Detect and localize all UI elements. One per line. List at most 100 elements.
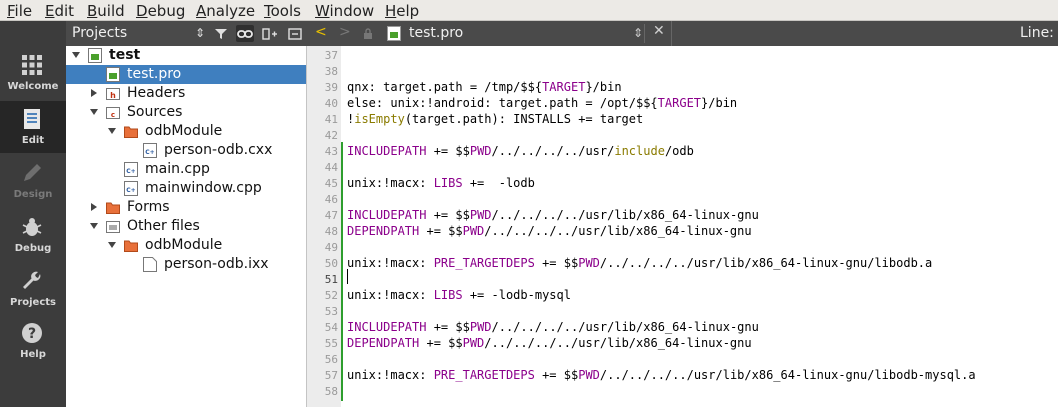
- tree-item-label: Other files: [127, 218, 200, 234]
- mode-design[interactable]: Design: [0, 155, 66, 207]
- menu-build[interactable]: Build: [87, 2, 125, 20]
- tree-item-file[interactable]: person-odb.ixx: [66, 255, 306, 274]
- updown-icon[interactable]: ⇕: [633, 26, 643, 40]
- collapse-arrow-icon[interactable]: [108, 128, 116, 134]
- bug-icon: [22, 218, 42, 236]
- close-document-icon[interactable]: ✕: [653, 23, 665, 39]
- menu-file[interactable]: File: [7, 2, 32, 20]
- projects-toolbar: Projects ⇕: [66, 21, 307, 46]
- line-number: 46: [324, 193, 338, 206]
- tree-item-folder[interactable]: odbModule: [66, 122, 306, 141]
- tree-item-folder[interactable]: c Sources: [66, 103, 306, 122]
- back-arrow-icon[interactable]: <: [315, 24, 327, 40]
- text-cursor: [347, 269, 348, 284]
- code-line: INCLUDEPATH += $$PWD/../../../../usr/inc…: [347, 144, 694, 158]
- mode-projects[interactable]: Projects: [0, 263, 66, 315]
- code-line: unix:!macx: LIBS += -lodb-mysql: [347, 288, 571, 302]
- code-line: DEPENDPATH += $$PWD/../../../../usr/lib/…: [347, 336, 752, 350]
- code-line: unix:!macx: PRE_TARGETDEPS += $$PWD/../.…: [347, 368, 976, 382]
- code-line: INCLUDEPATH += $$PWD/../../../../usr/lib…: [347, 208, 759, 222]
- updown-icon[interactable]: ⇕: [194, 25, 206, 42]
- tree-item-folder[interactable]: Forms: [66, 198, 306, 217]
- tree-item-folder[interactable]: odbModule: [66, 236, 306, 255]
- mode-welcome[interactable]: Welcome: [0, 47, 66, 99]
- menu-debug[interactable]: Debug: [136, 2, 185, 20]
- line-number: 50: [324, 257, 338, 270]
- code-line: DEPENDPATH += $$PWD/../../../../usr/lib/…: [347, 224, 752, 238]
- question-icon: ?: [22, 323, 42, 343]
- tree-item-label: odbModule: [145, 123, 223, 139]
- tree-item-label: Sources: [127, 104, 183, 120]
- mode-label: Projects: [9, 297, 56, 308]
- pencil-icon: [24, 164, 41, 181]
- line-number: 52: [324, 289, 338, 302]
- tree-item-label: mainwindow.cpp: [145, 180, 262, 196]
- tree-item-label: test.pro: [127, 66, 182, 82]
- split-icon[interactable]: [261, 25, 279, 42]
- expand-arrow-icon[interactable]: [91, 203, 97, 211]
- tree-item-label: person-odb.ixx: [164, 256, 269, 272]
- code-line: qnx: target.path = /tmp/$${TARGET}/bin: [347, 80, 622, 94]
- line-number: 43: [324, 145, 338, 158]
- expand-arrow-icon[interactable]: [91, 89, 97, 97]
- mode-label: Debug: [14, 243, 52, 254]
- mode-debug[interactable]: Debug: [0, 209, 66, 261]
- svg-text:C+: C+: [126, 187, 135, 194]
- menu-tools[interactable]: Tools: [264, 2, 301, 20]
- collapse-arrow-icon[interactable]: [108, 242, 116, 248]
- collapse-arrow-icon[interactable]: [72, 52, 80, 58]
- projects-view-selector[interactable]: Projects: [72, 25, 127, 41]
- projects-pane: Projects ⇕ test test.pro h Headers c Sou…: [66, 21, 307, 407]
- cpp-file-icon: C+: [124, 181, 138, 196]
- line-number: 53: [324, 305, 338, 318]
- menu-analyze[interactable]: Analyze: [196, 2, 255, 20]
- editor-toolbar: < > test.pro ⇕ ✕ Line:: [307, 21, 1058, 46]
- code-line: !isEmpty(target.path): INSTALLS += targe…: [347, 112, 644, 126]
- line-indicator[interactable]: Line:: [1020, 25, 1054, 41]
- tree-item-project[interactable]: test: [66, 46, 306, 65]
- sources-folder-icon: c: [106, 107, 120, 119]
- document-selector[interactable]: test.pro: [409, 25, 463, 41]
- folder-icon: [124, 240, 138, 252]
- mode-edit[interactable]: Edit: [0, 101, 66, 153]
- menu-help[interactable]: Help: [385, 2, 419, 20]
- svg-text:C+: C+: [126, 168, 135, 175]
- wrench-icon: [23, 271, 41, 289]
- filter-icon[interactable]: [212, 25, 230, 42]
- code-line: unix:!macx: LIBS += -lodb: [347, 176, 535, 190]
- tree-item-label: Forms: [127, 199, 170, 215]
- forward-arrow-icon[interactable]: >: [339, 24, 351, 40]
- grid-icon: [22, 55, 42, 75]
- tree-item-file[interactable]: C+ mainwindow.cpp: [66, 179, 306, 198]
- line-number: 54: [324, 321, 338, 334]
- menu-window[interactable]: Window: [315, 2, 374, 20]
- line-number: 44: [324, 161, 338, 174]
- tree-item-file[interactable]: C+ person-odb.cxx: [66, 141, 306, 160]
- line-number: 40: [324, 97, 338, 110]
- line-number: 38: [324, 65, 338, 78]
- pro-file-icon: [106, 67, 120, 82]
- folder-icon: [106, 202, 120, 214]
- pro-file-icon: [387, 26, 401, 41]
- headers-folder-icon: h: [106, 88, 120, 100]
- close-pane-icon[interactable]: [286, 25, 304, 42]
- tree-item-file[interactable]: C+ main.cpp: [66, 160, 306, 179]
- collapse-arrow-icon[interactable]: [90, 223, 98, 229]
- mode-label: Design: [13, 189, 53, 200]
- cpp-file-icon: C+: [143, 143, 157, 158]
- mode-selector: Welcome Edit Design Debug Projects ? Hel…: [0, 21, 66, 407]
- lock-icon: [364, 28, 372, 39]
- link-icon[interactable]: [236, 25, 254, 42]
- tree-item-file-selected[interactable]: test.pro: [66, 65, 306, 84]
- document-icon: [24, 109, 40, 129]
- mode-label: Welcome: [7, 81, 59, 92]
- menu-edit[interactable]: Edit: [45, 2, 74, 20]
- code-line: else: unix:!android: target.path = /opt/…: [347, 96, 738, 110]
- collapse-arrow-icon[interactable]: [90, 109, 98, 115]
- svg-text:C+: C+: [145, 149, 154, 156]
- mode-label: Edit: [21, 135, 45, 146]
- tree-item-folder[interactable]: h Headers: [66, 84, 306, 103]
- mode-help[interactable]: ? Help: [0, 315, 66, 367]
- line-number: 47: [324, 209, 338, 222]
- tree-item-folder[interactable]: Other files: [66, 217, 306, 236]
